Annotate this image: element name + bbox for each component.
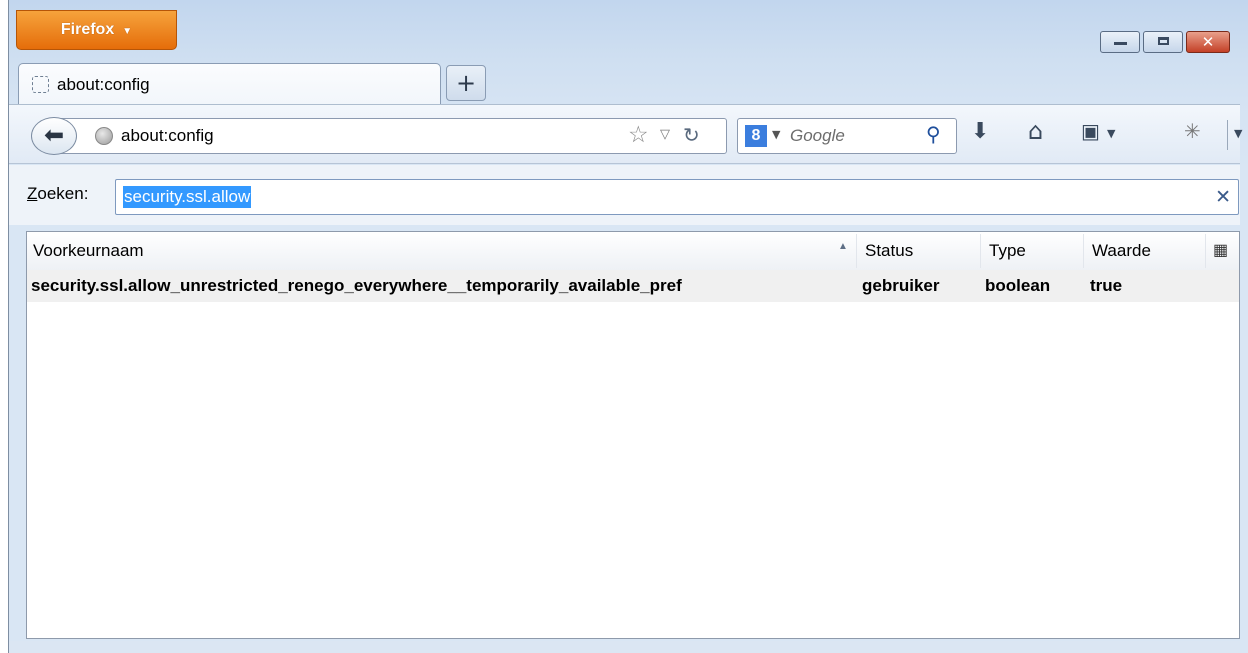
column-header-name[interactable]: Voorkeurnaam	[33, 241, 144, 261]
tab-about-config[interactable]: about:config	[18, 63, 441, 105]
column-divider[interactable]	[1083, 234, 1084, 268]
cell-name: security.ssl.allow_unrestricted_renego_e…	[31, 276, 682, 295]
url-bar[interactable]: about:config ☆ ▽ ↻	[57, 118, 727, 154]
dropdown-icon[interactable]: ▽	[660, 127, 670, 142]
close-icon: ✕	[1201, 33, 1215, 51]
minimize-button[interactable]	[1100, 31, 1140, 53]
search-input[interactable]: security.ssl.allow ✕	[115, 179, 1239, 215]
search-bar[interactable]: 8 ▼ Google ⚲	[737, 118, 957, 154]
downloads-icon[interactable]: ⬇	[971, 119, 989, 144]
chevron-down-icon: ▼	[122, 25, 133, 37]
maximize-button[interactable]	[1143, 31, 1183, 53]
star-icon[interactable]: ☆	[628, 122, 649, 148]
url-text: about:config	[121, 126, 214, 145]
window-bottom-edge	[9, 641, 1240, 653]
clear-icon[interactable]: ✕	[1215, 186, 1231, 208]
navigation-toolbar: ⬅ about:config ☆ ▽ ↻ 8 ▼ Google ⚲ ⬇ ⌂ ▣ …	[9, 104, 1242, 164]
firefox-menu-label: Firefox	[60, 21, 115, 38]
new-tab-button[interactable]: +	[446, 65, 486, 101]
column-divider[interactable]	[856, 234, 857, 268]
minimize-icon	[1114, 42, 1127, 45]
menu-dropdown-icon[interactable]: ▼	[1234, 127, 1242, 140]
column-header-value[interactable]: Waarde	[1092, 241, 1151, 261]
tab-label: about:config	[57, 74, 150, 94]
back-icon: ⬅	[43, 121, 65, 149]
column-picker-icon[interactable]: ▦	[1213, 240, 1228, 260]
column-divider[interactable]	[1205, 234, 1206, 268]
window-controls: ✕	[1100, 31, 1230, 53]
addon-icon[interactable]: ✳	[1184, 119, 1201, 143]
cell-type: boolean	[985, 276, 1051, 295]
chevron-down-icon[interactable]: ▼	[1107, 127, 1115, 140]
close-button[interactable]: ✕	[1186, 31, 1230, 53]
blank-page-icon	[32, 76, 49, 93]
reload-icon[interactable]: ↻	[683, 123, 700, 147]
find-bar: Zoeken: security.ssl.allow ✕	[9, 165, 1240, 225]
search-engine-icon[interactable]: 8	[745, 125, 767, 147]
find-label: Zoeken:	[27, 184, 88, 204]
find-label-text: oeken:	[37, 184, 89, 203]
toolbar-divider	[1227, 120, 1228, 150]
site-identity-icon[interactable]	[95, 127, 113, 145]
bookmarks-icon[interactable]: ▣	[1081, 119, 1100, 143]
firefox-menu-button[interactable]: Firefox ▼	[16, 10, 177, 50]
search-icon[interactable]: ⚲	[926, 122, 941, 146]
back-button[interactable]: ⬅	[31, 117, 77, 155]
column-header-status[interactable]: Status	[865, 241, 913, 261]
cell-status: gebruiker	[862, 276, 940, 295]
sort-ascending-icon: ▲	[838, 241, 848, 252]
cell-value: true	[1090, 276, 1123, 295]
find-label-accesskey: Z	[27, 184, 38, 203]
search-placeholder: Google	[790, 126, 845, 145]
maximize-icon	[1158, 37, 1169, 45]
column-divider[interactable]	[980, 234, 981, 268]
chevron-down-icon[interactable]: ▼	[772, 128, 780, 141]
preferences-table: Voorkeurnaam ▲ Status Type Waarde ▦ secu…	[26, 231, 1240, 639]
table-header: Voorkeurnaam ▲ Status Type Waarde ▦	[27, 232, 1239, 271]
column-header-type[interactable]: Type	[989, 241, 1026, 261]
search-input-value: security.ssl.allow	[123, 186, 252, 208]
table-row[interactable]: security.ssl.allow_unrestricted_renego_e…	[27, 270, 1239, 302]
home-icon[interactable]: ⌂	[1028, 117, 1043, 145]
